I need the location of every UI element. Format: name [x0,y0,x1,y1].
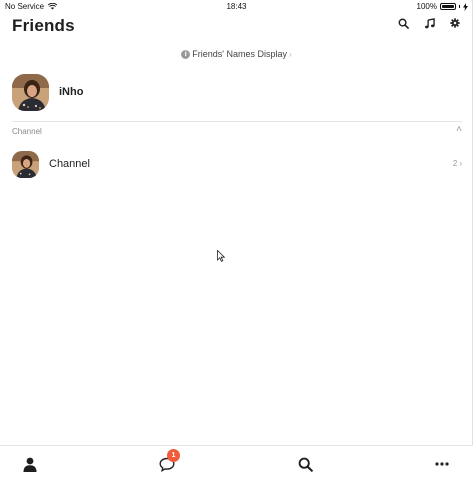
status-bar: No Service 18:43 100% [0,0,473,14]
header-actions [396,16,462,30]
search-icon [298,457,313,472]
tab-chats[interactable]: 1 [157,449,180,474]
my-profile-row[interactable]: iNho [12,72,462,112]
names-display-label: Friends' Names Display [192,49,288,59]
page-title: Friends [12,16,75,35]
bottom-nav: 1 [0,445,473,480]
list-item[interactable]: Channel 2 › [12,150,462,178]
status-time: 18:43 [226,2,247,11]
chevron-right-icon: › [289,49,292,59]
count-value: 2 [452,159,458,168]
unread-badge: 1 [167,449,180,462]
charging-bolt-icon [463,2,468,11]
avatar [12,73,49,111]
mouse-pointer-icon [217,250,225,262]
chevron-right-icon: › [459,159,462,168]
avatar [12,150,39,178]
channel-count: 2 › [453,159,462,168]
channel-section-header[interactable]: Channel ˄ [12,124,462,139]
section-title: Channel [12,127,42,136]
status-right: 100% [417,2,468,11]
battery-percent: 100% [416,2,437,11]
tab-search[interactable] [295,454,315,474]
music-icon[interactable] [422,16,436,30]
person-icon [23,457,37,472]
info-icon: i [181,49,191,59]
gear-icon[interactable] [448,16,462,30]
profile-name: iNho [59,86,84,98]
tab-friends[interactable] [20,454,40,474]
more-dots-icon [435,462,449,466]
channel-name: Channel [49,158,90,170]
battery-level [442,5,454,8]
friends-names-display-link[interactable]: i Friends' Names Display › [0,49,473,59]
app-window: No Service 18:43 100% Friends i Friends'… [0,0,473,480]
chevron-up-icon[interactable]: ˄ [456,124,462,135]
tab-more[interactable] [432,454,452,474]
search-icon[interactable] [396,16,410,30]
battery-icon [440,3,456,10]
divider [12,121,462,122]
battery-cap [459,5,460,8]
